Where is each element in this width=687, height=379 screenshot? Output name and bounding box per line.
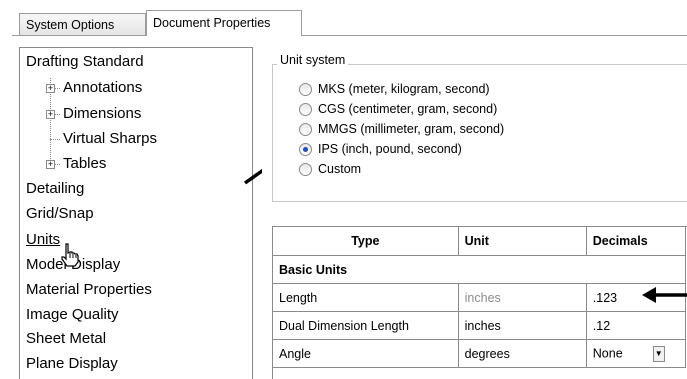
table-row[interactable]: Angle degrees None ▼	[272, 339, 687, 368]
tree-item-detailing[interactable]: Detailing	[26, 180, 84, 197]
radio-label: CGS (centimeter, gram, second)	[318, 102, 498, 116]
table-header-row: Type Unit Decimals	[272, 226, 687, 256]
tree-item-dimensions[interactable]: Dimensions	[63, 105, 141, 122]
radio-button[interactable]	[299, 163, 312, 176]
decimals-value: None	[592, 345, 623, 360]
expand-icon[interactable]: +	[46, 110, 55, 119]
cell-type: Angle	[272, 339, 459, 368]
table-section-row: Basic Units	[272, 255, 686, 284]
column-header-unit: Unit	[457, 226, 587, 256]
unit-system-group: MKS (meter, kilogram, second) CGS (centi…	[272, 64, 687, 202]
tree-item-grid-snap[interactable]: Grid/Snap	[26, 205, 94, 222]
radio-button-selected[interactable]	[299, 143, 312, 156]
section-basic-units: Basic Units	[272, 255, 686, 284]
cell-unit[interactable]: inches	[457, 283, 587, 312]
tab-divider	[12, 35, 687, 36]
radio-label: Custom	[318, 162, 362, 176]
document-properties-window: System Options Document Properties Draft…	[0, 0, 687, 379]
tree-connector	[50, 139, 60, 140]
cell-unit[interactable]: degrees	[457, 339, 587, 368]
radio-label: MKS (meter, kilogram, second)	[318, 82, 490, 96]
tree-item-units[interactable]: Units	[26, 231, 60, 248]
tree-item-virtual-sharps[interactable]: Virtual Sharps	[63, 130, 157, 147]
tree-item-material-properties[interactable]: Material Properties	[26, 281, 152, 298]
radio-button[interactable]	[299, 83, 312, 96]
column-header-decimals: Decimals	[585, 226, 687, 256]
tree-item-sheet-metal[interactable]: Sheet Metal	[26, 330, 106, 347]
table-row[interactable]: Length inches .123	[272, 283, 687, 312]
cell-type: Length	[272, 283, 459, 312]
cell-type: Dual Dimension Length	[272, 311, 459, 340]
tree-item-image-quality[interactable]: Image Quality	[26, 306, 119, 323]
cell-unit[interactable]: inches	[457, 311, 587, 340]
properties-tree: Drafting Standard + Annotations + Dimens…	[19, 47, 253, 379]
radio-label: IPS (inch, pound, second)	[318, 142, 462, 156]
radio-label: MMGS (millimeter, gram, second)	[318, 122, 505, 136]
column-header-type: Type	[272, 226, 459, 256]
dropdown-arrow-icon[interactable]: ▼	[652, 345, 665, 362]
tab-system-options[interactable]: System Options	[19, 13, 146, 35]
table-row[interactable]: Dual Dimension Length inches .12	[272, 311, 687, 340]
radio-button[interactable]	[299, 123, 312, 136]
expand-icon[interactable]: +	[46, 160, 55, 169]
unit-system-title: Unit system	[277, 53, 349, 67]
hand-cursor-icon	[61, 243, 79, 267]
callout-arrow-icon	[642, 287, 687, 303]
units-table: Type Unit Decimals Basic Units Length in…	[272, 226, 687, 379]
tree-item-drafting-standard[interactable]: Drafting Standard	[26, 53, 144, 70]
radio-button[interactable]	[299, 103, 312, 116]
tree-item-annotations[interactable]: Annotations	[63, 79, 142, 96]
cell-decimals[interactable]: .12	[585, 311, 687, 340]
tab-bar: System Options Document Properties	[0, 0, 687, 36]
expand-icon[interactable]: +	[46, 84, 55, 93]
units-panel: MKS (meter, kilogram, second) CGS (centi…	[262, 47, 687, 379]
tree-item-tables[interactable]: Tables	[63, 155, 106, 172]
cell-decimals-dropdown[interactable]: None ▼	[585, 339, 687, 368]
tree-item-plane-display[interactable]: Plane Display	[26, 355, 118, 372]
tab-document-properties[interactable]: Document Properties	[146, 10, 302, 36]
